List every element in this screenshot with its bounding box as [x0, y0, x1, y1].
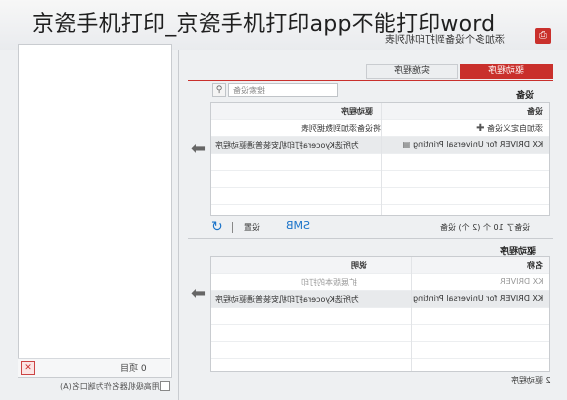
table-row[interactable]: ✚ 添加自定义设备 将设备添加到数据列表: [211, 120, 549, 137]
search-input[interactable]: 搜索设备: [228, 83, 338, 97]
driver-count: 2 驱动程序: [511, 376, 551, 385]
tab-underline: [188, 80, 553, 81]
plus-icon: ✚: [476, 123, 485, 134]
item-count: 0 项目: [120, 364, 147, 374]
table-row[interactable]: KX DRIVER 扩展版本的打印: [211, 274, 549, 291]
table-header: 设备 驱动程序: [211, 103, 549, 120]
smb-icon[interactable]: SMB: [286, 219, 310, 233]
delete-button[interactable]: ✕: [21, 361, 35, 375]
table-row[interactable]: ▤ KX DRIVER for Universal Printing 为所选Ky…: [211, 137, 549, 154]
table-row[interactable]: KX DRIVER for Universal Printing 为所选Kyoc…: [211, 291, 549, 308]
settings-button[interactable]: 设置: [244, 222, 260, 233]
devices-heading: 设备: [516, 91, 535, 101]
tab-utilities[interactable]: 实施程序: [366, 64, 458, 79]
device-list-footer: [18, 358, 170, 377]
tab-drivers[interactable]: 驱动程序: [460, 64, 553, 79]
refresh-icon[interactable]: ↻: [211, 220, 225, 234]
driver-icon: ▤: [402, 140, 411, 149]
device-count: 设备了 10 个 (2 个) 设备: [440, 223, 531, 232]
port-name-checkbox[interactable]: [160, 381, 170, 391]
drivers-table: 名称 说明 KX DRIVER 扩展版本的打印 KX DRIVER for Un…: [210, 256, 550, 372]
trash-icon: ✕: [24, 363, 32, 373]
table-header: 名称 说明: [211, 257, 549, 274]
add-driver-arrow-icon[interactable]: ⬅: [191, 285, 206, 303]
printer-icon: ⎙: [535, 28, 551, 44]
panel-divider: [178, 50, 179, 400]
section-divider: [188, 238, 553, 239]
watermark-caption: 京瓷手机打印_京瓷手机打印app不能打印word: [32, 12, 496, 37]
add-arrow-icon[interactable]: ⬅: [191, 140, 206, 158]
port-name-label: 使用高级机器名作为端口名(A): [60, 382, 168, 391]
device-list-panel[interactable]: [18, 44, 172, 378]
search-icon[interactable]: ⚲: [212, 83, 226, 97]
devices-table: 设备 驱动程序 ✚ 添加自定义设备 将设备添加到数据列表 ▤ KX DRIVER…: [210, 102, 550, 216]
